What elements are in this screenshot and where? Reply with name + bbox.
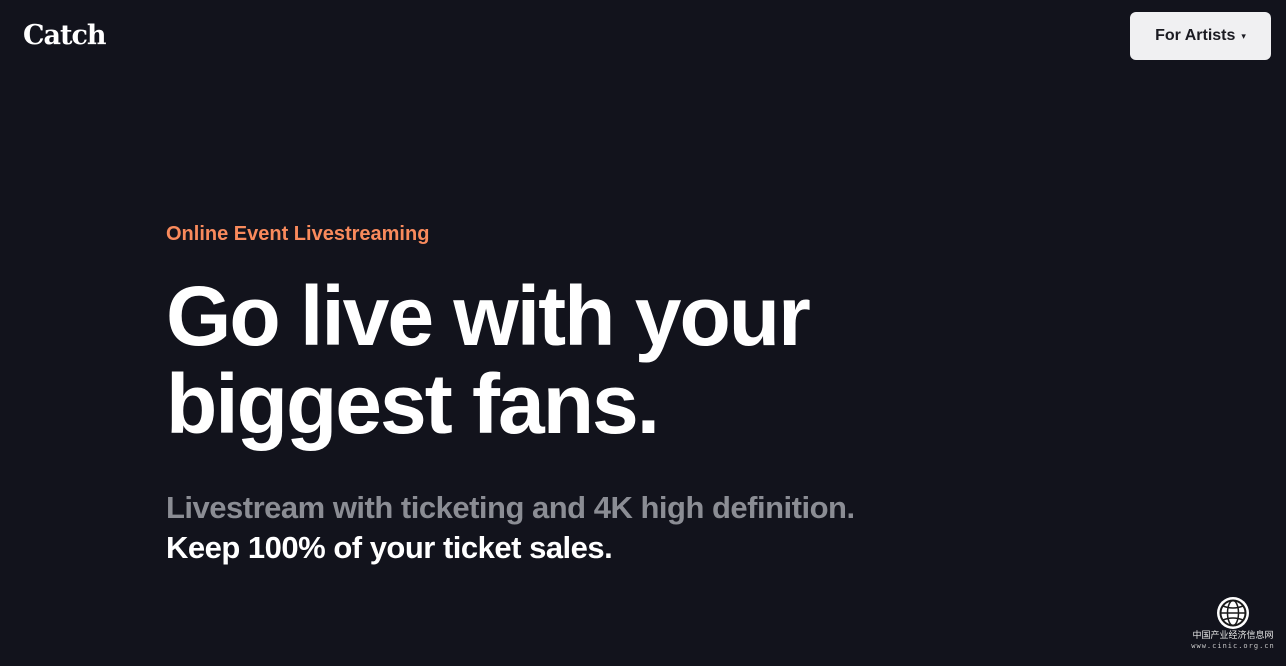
hero-subheadline: Livestream with ticketing and 4K high de… [166, 488, 1126, 568]
headline-line-1: Go live with your [166, 269, 811, 363]
for-artists-label: For Artists [1155, 27, 1236, 44]
watermark-text: 中国产业经济信息网 [1192, 631, 1274, 641]
caret-down-icon: ▾ [1241, 31, 1246, 41]
hero-eyebrow: Online Event Livestreaming [166, 223, 430, 245]
catch-logo[interactable]: Catch [23, 18, 107, 54]
hero-headline: Go live with your biggest fans. [166, 272, 1126, 448]
watermark-url: www.cinic.org.cn [1191, 642, 1275, 650]
for-artists-dropdown-button[interactable]: For Artists ▾ [1130, 12, 1271, 60]
subheadline-gray: Livestream with ticketing and 4K high de… [166, 490, 855, 525]
subheadline-white: Keep 100% of your ticket sales. [166, 530, 613, 565]
headline-line-2: biggest fans. [166, 357, 660, 451]
globe-seal-icon [1217, 597, 1249, 629]
hero-section: Online Event Livestreaming Go live with … [166, 220, 1126, 568]
watermark: 中国产业经济信息网 www.cinic.org.cn [1184, 596, 1282, 662]
